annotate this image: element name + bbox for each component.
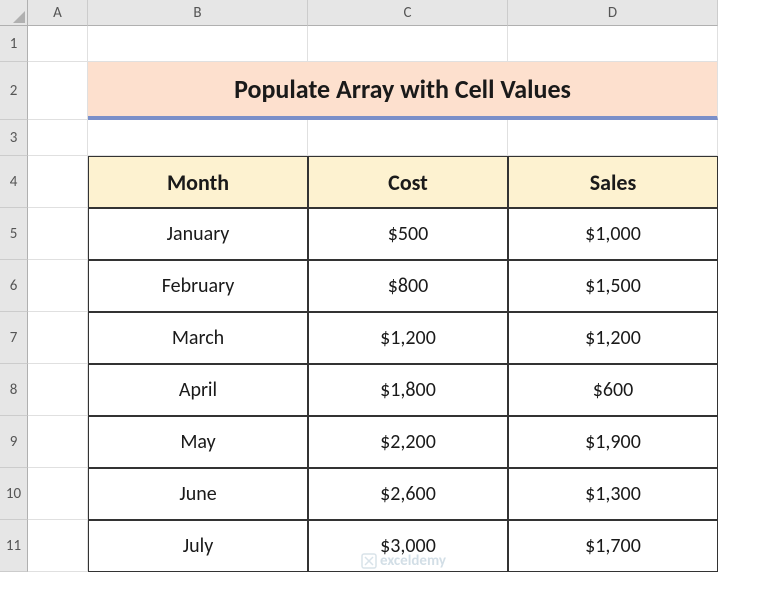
- table-cell-sales[interactable]: $1,500: [508, 260, 718, 312]
- table-cell-sales[interactable]: $1,200: [508, 312, 718, 364]
- column-header-B[interactable]: B: [88, 0, 308, 26]
- table-cell-cost[interactable]: $1,200: [308, 312, 508, 364]
- empty-cell[interactable]: [28, 62, 88, 120]
- empty-cell[interactable]: [28, 468, 88, 520]
- table-cell-sales[interactable]: $1,000: [508, 208, 718, 260]
- empty-cell[interactable]: [508, 26, 718, 62]
- empty-cell[interactable]: [28, 260, 88, 312]
- table-cell-month[interactable]: April: [88, 364, 308, 416]
- table-cell-sales[interactable]: $1,300: [508, 468, 718, 520]
- row-header-10[interactable]: 10: [0, 468, 28, 520]
- table-header-cost[interactable]: Cost: [308, 156, 508, 208]
- select-all-triangle-icon: [13, 11, 25, 23]
- spreadsheet-grid: Populate Array with Cell Values MonthCost…: [28, 26, 718, 572]
- table-cell-sales[interactable]: $600: [508, 364, 718, 416]
- empty-cell[interactable]: [28, 312, 88, 364]
- table-cell-sales[interactable]: $1,700: [508, 520, 718, 572]
- empty-cell[interactable]: [28, 208, 88, 260]
- column-header-A[interactable]: A: [28, 0, 88, 26]
- row-header-1[interactable]: 1: [0, 26, 28, 62]
- empty-cell[interactable]: [28, 156, 88, 208]
- table-cell-cost[interactable]: $2,200: [308, 416, 508, 468]
- row-header-7[interactable]: 7: [0, 312, 28, 364]
- empty-cell[interactable]: [88, 120, 308, 156]
- row-header-6[interactable]: 6: [0, 260, 28, 312]
- table-header-month[interactable]: Month: [88, 156, 308, 208]
- empty-cell[interactable]: [28, 364, 88, 416]
- row-header-11[interactable]: 11: [0, 520, 28, 572]
- table-cell-cost[interactable]: $800: [308, 260, 508, 312]
- row-header-5[interactable]: 5: [0, 208, 28, 260]
- empty-cell[interactable]: [28, 416, 88, 468]
- title-cell[interactable]: Populate Array with Cell Values: [88, 62, 718, 120]
- table-header-sales[interactable]: Sales: [508, 156, 718, 208]
- table-cell-month[interactable]: January: [88, 208, 308, 260]
- empty-cell[interactable]: [88, 26, 308, 62]
- column-header-D[interactable]: D: [508, 0, 718, 26]
- column-header-C[interactable]: C: [308, 0, 508, 26]
- table-cell-month[interactable]: June: [88, 468, 308, 520]
- empty-cell[interactable]: [28, 120, 88, 156]
- table-cell-sales[interactable]: $1,900: [508, 416, 718, 468]
- row-header-3[interactable]: 3: [0, 120, 28, 156]
- empty-cell[interactable]: [28, 520, 88, 572]
- row-header-2[interactable]: 2: [0, 62, 28, 120]
- table-cell-month[interactable]: March: [88, 312, 308, 364]
- row-header-9[interactable]: 9: [0, 416, 28, 468]
- row-header-4[interactable]: 4: [0, 156, 28, 208]
- empty-cell[interactable]: [508, 120, 718, 156]
- empty-cell[interactable]: [308, 26, 508, 62]
- table-cell-cost[interactable]: $500: [308, 208, 508, 260]
- table-cell-month[interactable]: May: [88, 416, 308, 468]
- empty-cell[interactable]: [28, 26, 88, 62]
- empty-cell[interactable]: [308, 120, 508, 156]
- table-cell-month[interactable]: February: [88, 260, 308, 312]
- table-cell-month[interactable]: July: [88, 520, 308, 572]
- table-cell-cost[interactable]: $2,600: [308, 468, 508, 520]
- table-cell-cost[interactable]: $1,800: [308, 364, 508, 416]
- row-header-8[interactable]: 8: [0, 364, 28, 416]
- select-all-corner[interactable]: [0, 0, 28, 26]
- row-headers: 1234567891011: [0, 26, 28, 572]
- column-headers: ABCD: [28, 0, 718, 26]
- table-cell-cost[interactable]: $3,000: [308, 520, 508, 572]
